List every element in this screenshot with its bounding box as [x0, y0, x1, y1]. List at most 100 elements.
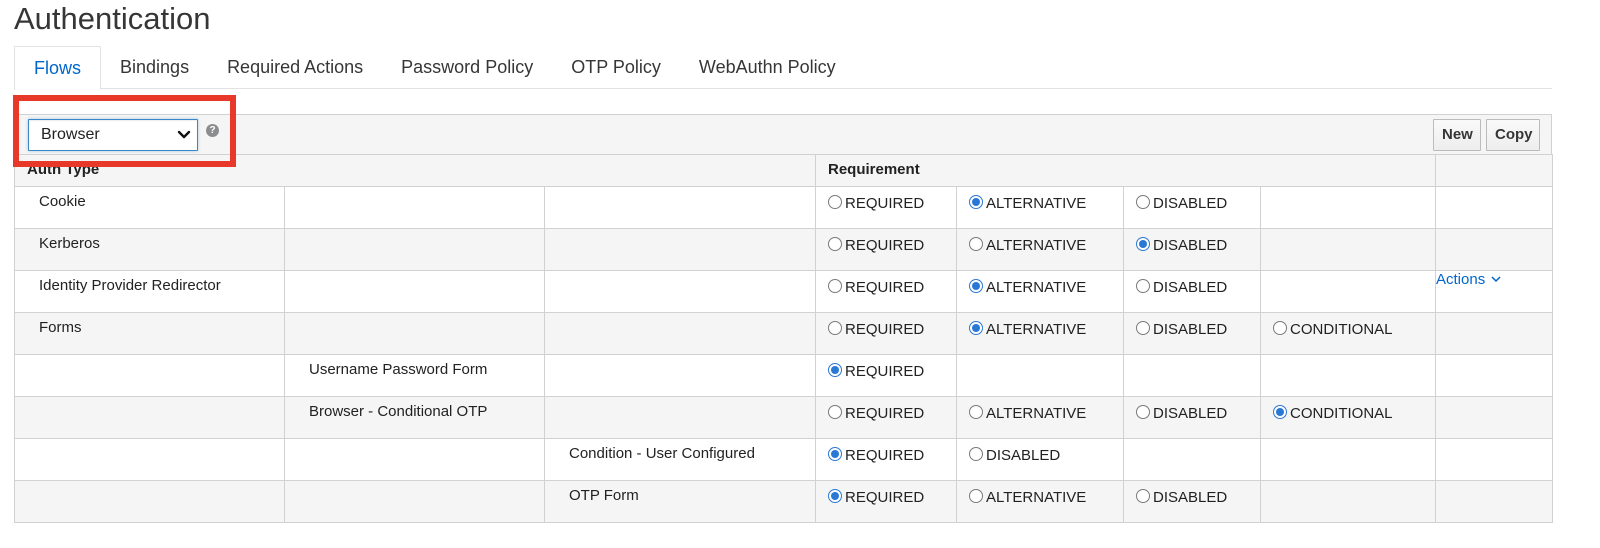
- empty-cell: [1260, 228, 1436, 271]
- actions-dropdown[interactable]: Actions: [1436, 271, 1501, 288]
- table-row: OTP Form REQUIRED ALTERNATIVE DISABLED: [14, 480, 1553, 523]
- copy-flow-button[interactable]: Copy: [1486, 119, 1540, 151]
- tab-bindings[interactable]: Bindings: [101, 46, 208, 88]
- indent-cell: [544, 228, 816, 271]
- requirement-radio-required[interactable]: REQUIRED: [828, 195, 924, 212]
- table-row: Kerberos REQUIRED ALTERNATIVE DISABLED: [14, 228, 1553, 271]
- requirement-radio-required[interactable]: REQUIRED: [828, 321, 924, 338]
- requirement-label: DISABLED: [1153, 489, 1228, 506]
- radio-button[interactable]: [1136, 405, 1150, 419]
- radio-button[interactable]: [1273, 321, 1287, 335]
- actions-cell: [1435, 396, 1553, 439]
- actions-header: [1435, 154, 1553, 187]
- indent-cell: [14, 438, 285, 481]
- requirement-label: REQUIRED: [845, 405, 925, 422]
- requirement-label: DISABLED: [986, 447, 1061, 464]
- requirement-radio-alternative[interactable]: ALTERNATIVE: [969, 237, 1086, 254]
- requirement-option: REQUIRED: [815, 480, 957, 523]
- requirement-radio-conditional[interactable]: CONDITIONAL: [1273, 405, 1393, 422]
- requirement-radio-required[interactable]: REQUIRED: [828, 279, 924, 296]
- requirement-option: DISABLED: [1123, 186, 1261, 229]
- radio-button[interactable]: [1273, 405, 1287, 419]
- table-row: Username Password Form REQUIRED: [14, 354, 1553, 397]
- radio-button[interactable]: [1136, 237, 1150, 251]
- radio-button[interactable]: [969, 405, 983, 419]
- requirement-option: DISABLED: [1123, 396, 1261, 439]
- requirement-radio-required[interactable]: REQUIRED: [828, 489, 924, 506]
- requirement-radio-disabled[interactable]: DISABLED: [1136, 237, 1227, 254]
- requirement-label: CONDITIONAL: [1290, 321, 1393, 338]
- requirement-radio-required[interactable]: REQUIRED: [828, 405, 924, 422]
- indent-cell: [284, 228, 545, 271]
- tab-required-actions[interactable]: Required Actions: [208, 46, 382, 88]
- radio-button[interactable]: [828, 237, 842, 251]
- radio-button[interactable]: [828, 363, 842, 377]
- radio-button[interactable]: [1136, 489, 1150, 503]
- table-row: Identity Provider Redirector REQUIRED ALTE…: [14, 270, 1553, 313]
- requirement-label: ALTERNATIVE: [986, 237, 1087, 254]
- tab-webauthn-policy[interactable]: WebAuthn Policy: [680, 46, 855, 88]
- requirement-label: DISABLED: [1153, 405, 1228, 422]
- empty-cell: [1260, 438, 1436, 481]
- radio-button[interactable]: [969, 237, 983, 251]
- chevron-down-icon: [177, 130, 191, 139]
- radio-button[interactable]: [969, 489, 983, 503]
- requirement-radio-alternative[interactable]: ALTERNATIVE: [969, 405, 1086, 422]
- actions-cell: [1435, 480, 1553, 523]
- radio-button[interactable]: [828, 195, 842, 209]
- requirement-radio-alternative[interactable]: ALTERNATIVE: [969, 489, 1086, 506]
- requirement-option: ALTERNATIVE: [956, 480, 1124, 523]
- new-flow-button[interactable]: New: [1433, 119, 1481, 151]
- radio-button[interactable]: [1136, 279, 1150, 293]
- radio-button[interactable]: [969, 195, 983, 209]
- indent-cell: [544, 312, 816, 355]
- requirement-radio-alternative[interactable]: ALTERNATIVE: [969, 321, 1086, 338]
- flow-select[interactable]: Browser: [28, 119, 198, 151]
- radio-button[interactable]: [828, 321, 842, 335]
- radio-button[interactable]: [969, 321, 983, 335]
- radio-button[interactable]: [1136, 321, 1150, 335]
- tab-password-policy[interactable]: Password Policy: [382, 46, 552, 88]
- requirement-radio-disabled[interactable]: DISABLED: [969, 447, 1060, 464]
- requirement-label: ALTERNATIVE: [986, 321, 1087, 338]
- requirement-label: DISABLED: [1153, 321, 1228, 338]
- chevron-down-icon: [1491, 276, 1501, 283]
- radio-button[interactable]: [969, 447, 983, 461]
- requirement-radio-disabled[interactable]: DISABLED: [1136, 195, 1227, 212]
- requirement-radio-conditional[interactable]: CONDITIONAL: [1273, 321, 1393, 338]
- table-row: Browser - Conditional OTP REQUIRED ALTERNA…: [14, 396, 1553, 439]
- tab-otp-policy[interactable]: OTP Policy: [552, 46, 680, 88]
- requirement-option: DISABLED: [956, 438, 1124, 481]
- requirement-radio-alternative[interactable]: ALTERNATIVE: [969, 195, 1086, 212]
- requirement-radio-disabled[interactable]: DISABLED: [1136, 489, 1227, 506]
- radio-button[interactable]: [828, 279, 842, 293]
- requirement-radio-disabled[interactable]: DISABLED: [1136, 321, 1227, 338]
- actions-cell: [1435, 228, 1553, 271]
- actions-cell: [1435, 354, 1553, 397]
- help-icon[interactable]: ?: [206, 124, 219, 137]
- requirement-radio-required[interactable]: REQUIRED: [828, 447, 924, 464]
- requirement-radio-required[interactable]: REQUIRED: [828, 237, 924, 254]
- tab-flows[interactable]: Flows: [14, 46, 102, 90]
- empty-cell: [1260, 354, 1436, 397]
- radio-button[interactable]: [828, 405, 842, 419]
- requirement-radio-disabled[interactable]: DISABLED: [1136, 405, 1227, 422]
- requirement-option: ALTERNATIVE: [956, 396, 1124, 439]
- requirement-radio-alternative[interactable]: ALTERNATIVE: [969, 279, 1086, 296]
- radio-button[interactable]: [1136, 195, 1150, 209]
- requirement-option: ALTERNATIVE: [956, 270, 1124, 313]
- actions-cell: [1435, 438, 1553, 481]
- radio-button[interactable]: [969, 279, 983, 293]
- flow-toolbar: Browser ? New Copy: [14, 114, 1552, 154]
- page-title: Authentication: [14, 1, 211, 36]
- requirement-radio-required[interactable]: REQUIRED: [828, 363, 924, 380]
- radio-button[interactable]: [828, 447, 842, 461]
- radio-button[interactable]: [828, 489, 842, 503]
- requirement-label: REQUIRED: [845, 237, 925, 254]
- requirement-radio-disabled[interactable]: DISABLED: [1136, 279, 1227, 296]
- empty-cell: [1123, 354, 1261, 397]
- execution-name: Kerberos: [14, 228, 285, 271]
- empty-cell: [1260, 186, 1436, 229]
- requirement-label: DISABLED: [1153, 279, 1228, 296]
- empty-cell: [956, 354, 1124, 397]
